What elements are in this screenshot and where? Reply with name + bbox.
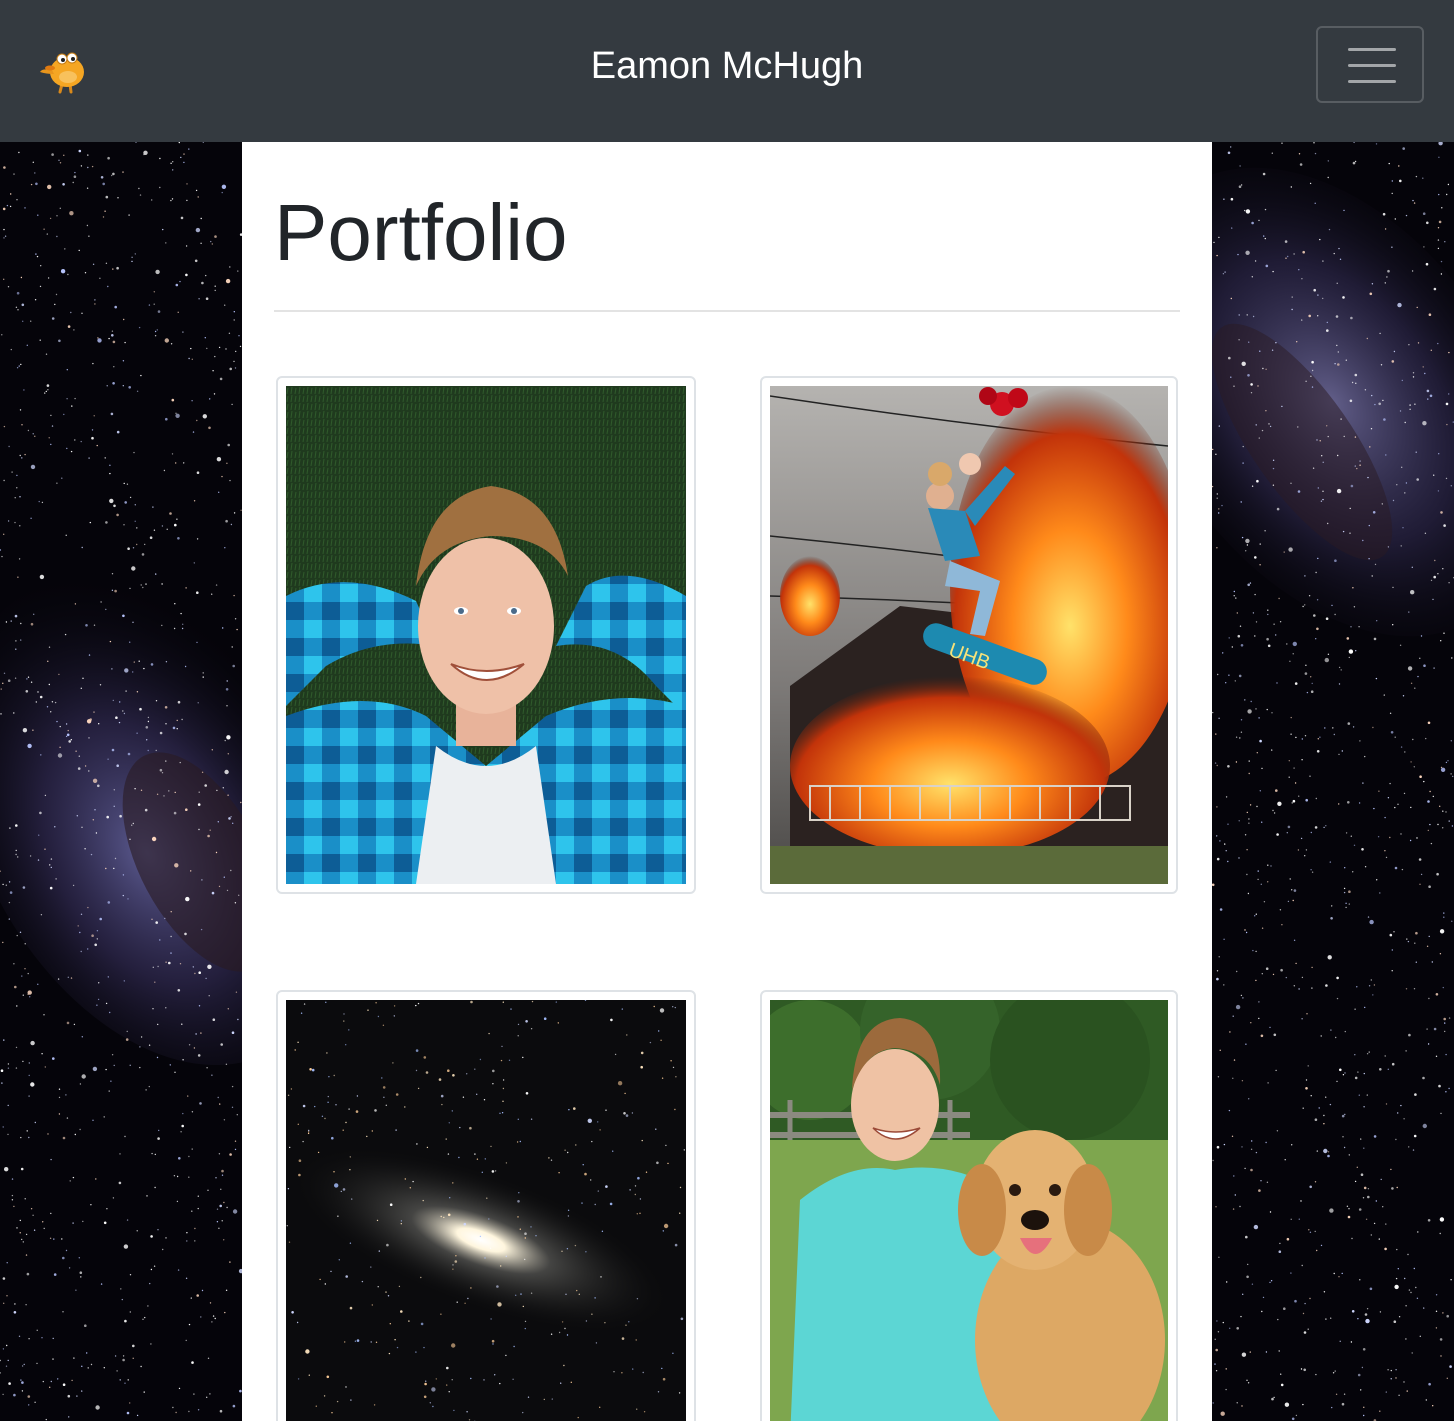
menu-toggle-button[interactable] — [1316, 26, 1424, 103]
main-content: Portfolio UHB — [242, 142, 1212, 1421]
space-background-right — [1212, 142, 1454, 1421]
portfolio-item-dog-portrait[interactable] — [760, 990, 1178, 1421]
heading-divider — [274, 310, 1180, 312]
space-background-left — [0, 142, 242, 1421]
portfolio-item-galaxy[interactable] — [276, 990, 696, 1421]
page-title: Portfolio — [274, 188, 568, 277]
portrait-on-grass-photo — [286, 386, 686, 884]
navbar: Eamon McHugh — [0, 0, 1454, 142]
galaxy-night-sky-photo — [286, 1000, 686, 1421]
site-title[interactable]: Eamon McHugh — [0, 42, 1454, 90]
portfolio-item-skateboard-fire[interactable]: UHB — [760, 376, 1178, 894]
portrait-with-golden-retriever-photo — [770, 1000, 1168, 1421]
portfolio-item-portrait-grass[interactable] — [276, 376, 696, 894]
skateboard-over-burning-house-photo: UHB — [770, 386, 1168, 884]
